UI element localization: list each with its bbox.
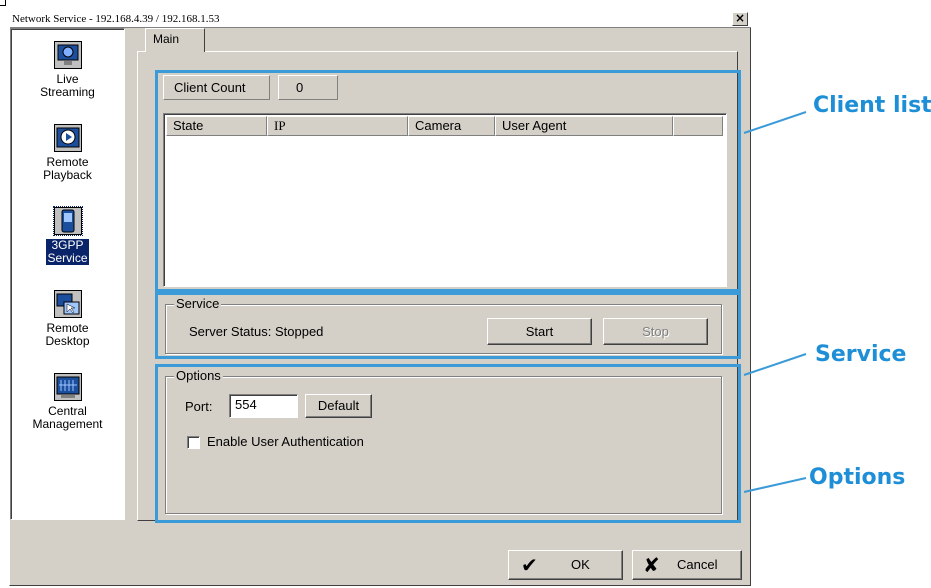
annotation-service: Service bbox=[815, 342, 907, 367]
callout-lines bbox=[743, 111, 807, 493]
tab-main-label: Main bbox=[153, 32, 180, 46]
annotation-options: Options bbox=[809, 465, 906, 490]
annotation-client-list: Client list bbox=[813, 93, 931, 118]
tab-main[interactable]: Main bbox=[145, 28, 205, 52]
